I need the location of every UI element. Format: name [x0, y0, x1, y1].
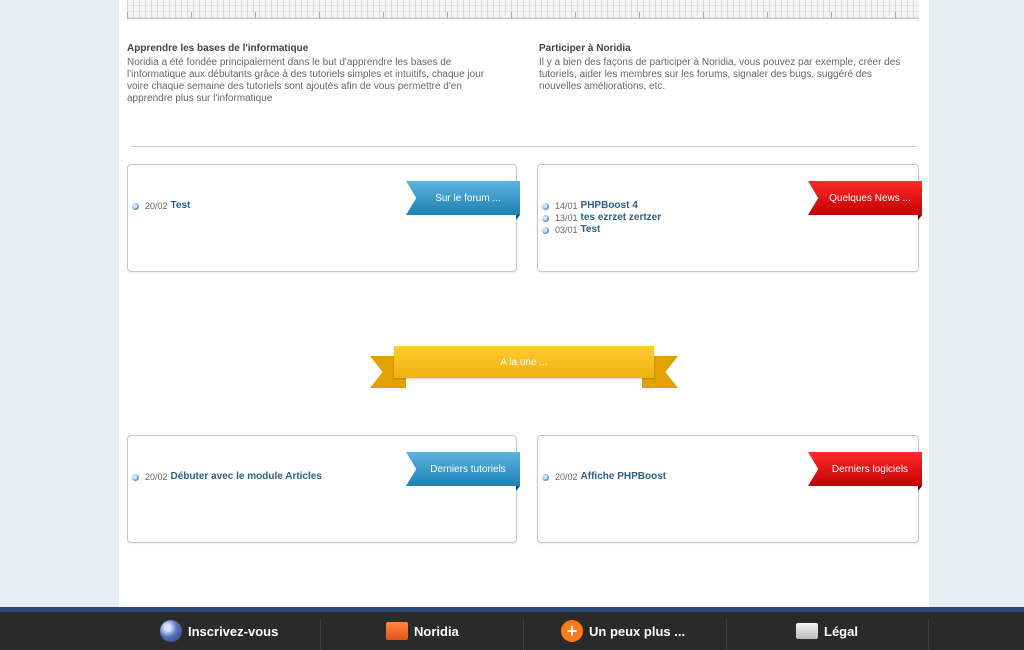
forum-list: 20/02 Test	[132, 200, 190, 212]
footer-separator	[928, 618, 929, 650]
document-icon	[796, 623, 818, 639]
footer-more[interactable]: + Un peux plus ...	[561, 612, 685, 650]
item-link[interactable]: Débuter avec le module Articles	[171, 471, 322, 483]
intro-participate-text: Il y a bien des façons de participer à N…	[539, 57, 901, 92]
news-ribbon-label: Quelques News ...	[829, 192, 911, 204]
bullet-icon	[132, 473, 139, 481]
news-ribbon[interactable]: Quelques News ...	[808, 181, 922, 215]
item-date: 20/02	[145, 472, 168, 482]
news-box: Quelques News ... 14/01 PHPBoost 4 13/01…	[537, 164, 922, 272]
list-item: 20/02 Affiche PHPBoost	[542, 471, 666, 483]
list-item: 20/02 Test	[132, 200, 190, 212]
software-ribbon[interactable]: Derniers logiciels	[808, 452, 922, 486]
plus-icon: +	[561, 620, 583, 642]
item-link[interactable]: Test	[581, 224, 601, 236]
forum-ribbon[interactable]: Sur le forum ...	[406, 181, 520, 215]
tutorials-box: Derniers tutoriels 20/02 Débuter avec le…	[127, 435, 520, 543]
item-date: 20/02	[145, 201, 168, 211]
footer-signup-label: Inscrivez-vous	[188, 623, 279, 639]
tutorials-list: 20/02 Débuter avec le module Articles	[132, 471, 322, 483]
forum-ribbon-fold	[516, 215, 520, 220]
item-date: 20/02	[555, 472, 578, 482]
intro-participate: Participer à Noridia Il y a bien des faç…	[539, 43, 914, 93]
item-date: 14/01	[555, 201, 578, 211]
footer-more-label: Un peux plus ...	[589, 623, 686, 639]
footer-noridia-label: Noridia	[414, 623, 459, 639]
footer-separator	[726, 618, 727, 650]
main-content: Apprendre les bases de l'informatique No…	[119, 0, 929, 607]
forum-box: Sur le forum ... 20/02 Test	[127, 164, 520, 272]
tutorials-ribbon[interactable]: Derniers tutoriels	[406, 452, 520, 486]
calendar-grid-strip	[127, 0, 919, 19]
news-list: 14/01 PHPBoost 4 13/01 tes ezrzet zertze…	[542, 200, 661, 236]
intro-participate-title: Participer à Noridia	[539, 43, 631, 54]
item-date: 03/01	[555, 225, 578, 235]
software-box: Derniers logiciels 20/02 Affiche PHPBoos…	[537, 435, 922, 543]
bullet-icon	[542, 202, 549, 210]
intro-learn: Apprendre les bases de l'informatique No…	[127, 43, 497, 105]
item-link[interactable]: Affiche PHPBoost	[581, 471, 667, 483]
software-list: 20/02 Affiche PHPBoost	[542, 471, 666, 483]
footer-separator	[523, 618, 524, 650]
software-ribbon-label: Derniers logiciels	[831, 463, 909, 475]
intro-learn-title: Apprendre les bases de l'informatique	[127, 43, 309, 54]
headline-banner: A la une ...	[370, 346, 678, 390]
footer-legal[interactable]: Légal	[796, 612, 858, 650]
footer-legal-label: Légal	[824, 623, 858, 639]
list-item: 13/01 tes ezrzet zertzer	[542, 212, 661, 224]
footer: Inscrivez-vous Noridia + Un peux plus ..…	[0, 607, 1024, 650]
tutorials-ribbon-label: Derniers tutoriels	[430, 463, 506, 475]
footer-signup[interactable]: Inscrivez-vous	[160, 612, 278, 650]
news-ribbon-fold	[918, 215, 922, 220]
intro-learn-text: Noridia a été fondée principalement dans…	[127, 57, 485, 104]
bullet-icon	[132, 202, 139, 210]
software-ribbon-fold	[918, 486, 922, 491]
folder-icon	[386, 622, 408, 640]
forum-ribbon-label: Sur le forum ...	[435, 192, 501, 204]
item-link[interactable]: Test	[171, 200, 191, 212]
bullet-icon	[542, 214, 549, 222]
bullet-icon	[542, 226, 549, 234]
bullet-icon	[542, 473, 549, 481]
item-link[interactable]: tes ezrzet zertzer	[581, 212, 662, 224]
globe-icon	[160, 620, 182, 642]
footer-noridia[interactable]: Noridia	[386, 612, 459, 650]
tutorials-ribbon-fold	[516, 486, 520, 491]
list-item: 03/01 Test	[542, 224, 661, 236]
item-date: 13/01	[555, 213, 578, 223]
footer-separator	[320, 618, 321, 650]
headline-banner-label: A la une ...	[394, 346, 654, 378]
item-link[interactable]: PHPBoost 4	[581, 200, 638, 212]
list-item: 20/02 Débuter avec le module Articles	[132, 471, 322, 483]
section-divider	[131, 146, 916, 147]
list-item: 14/01 PHPBoost 4	[542, 200, 661, 212]
